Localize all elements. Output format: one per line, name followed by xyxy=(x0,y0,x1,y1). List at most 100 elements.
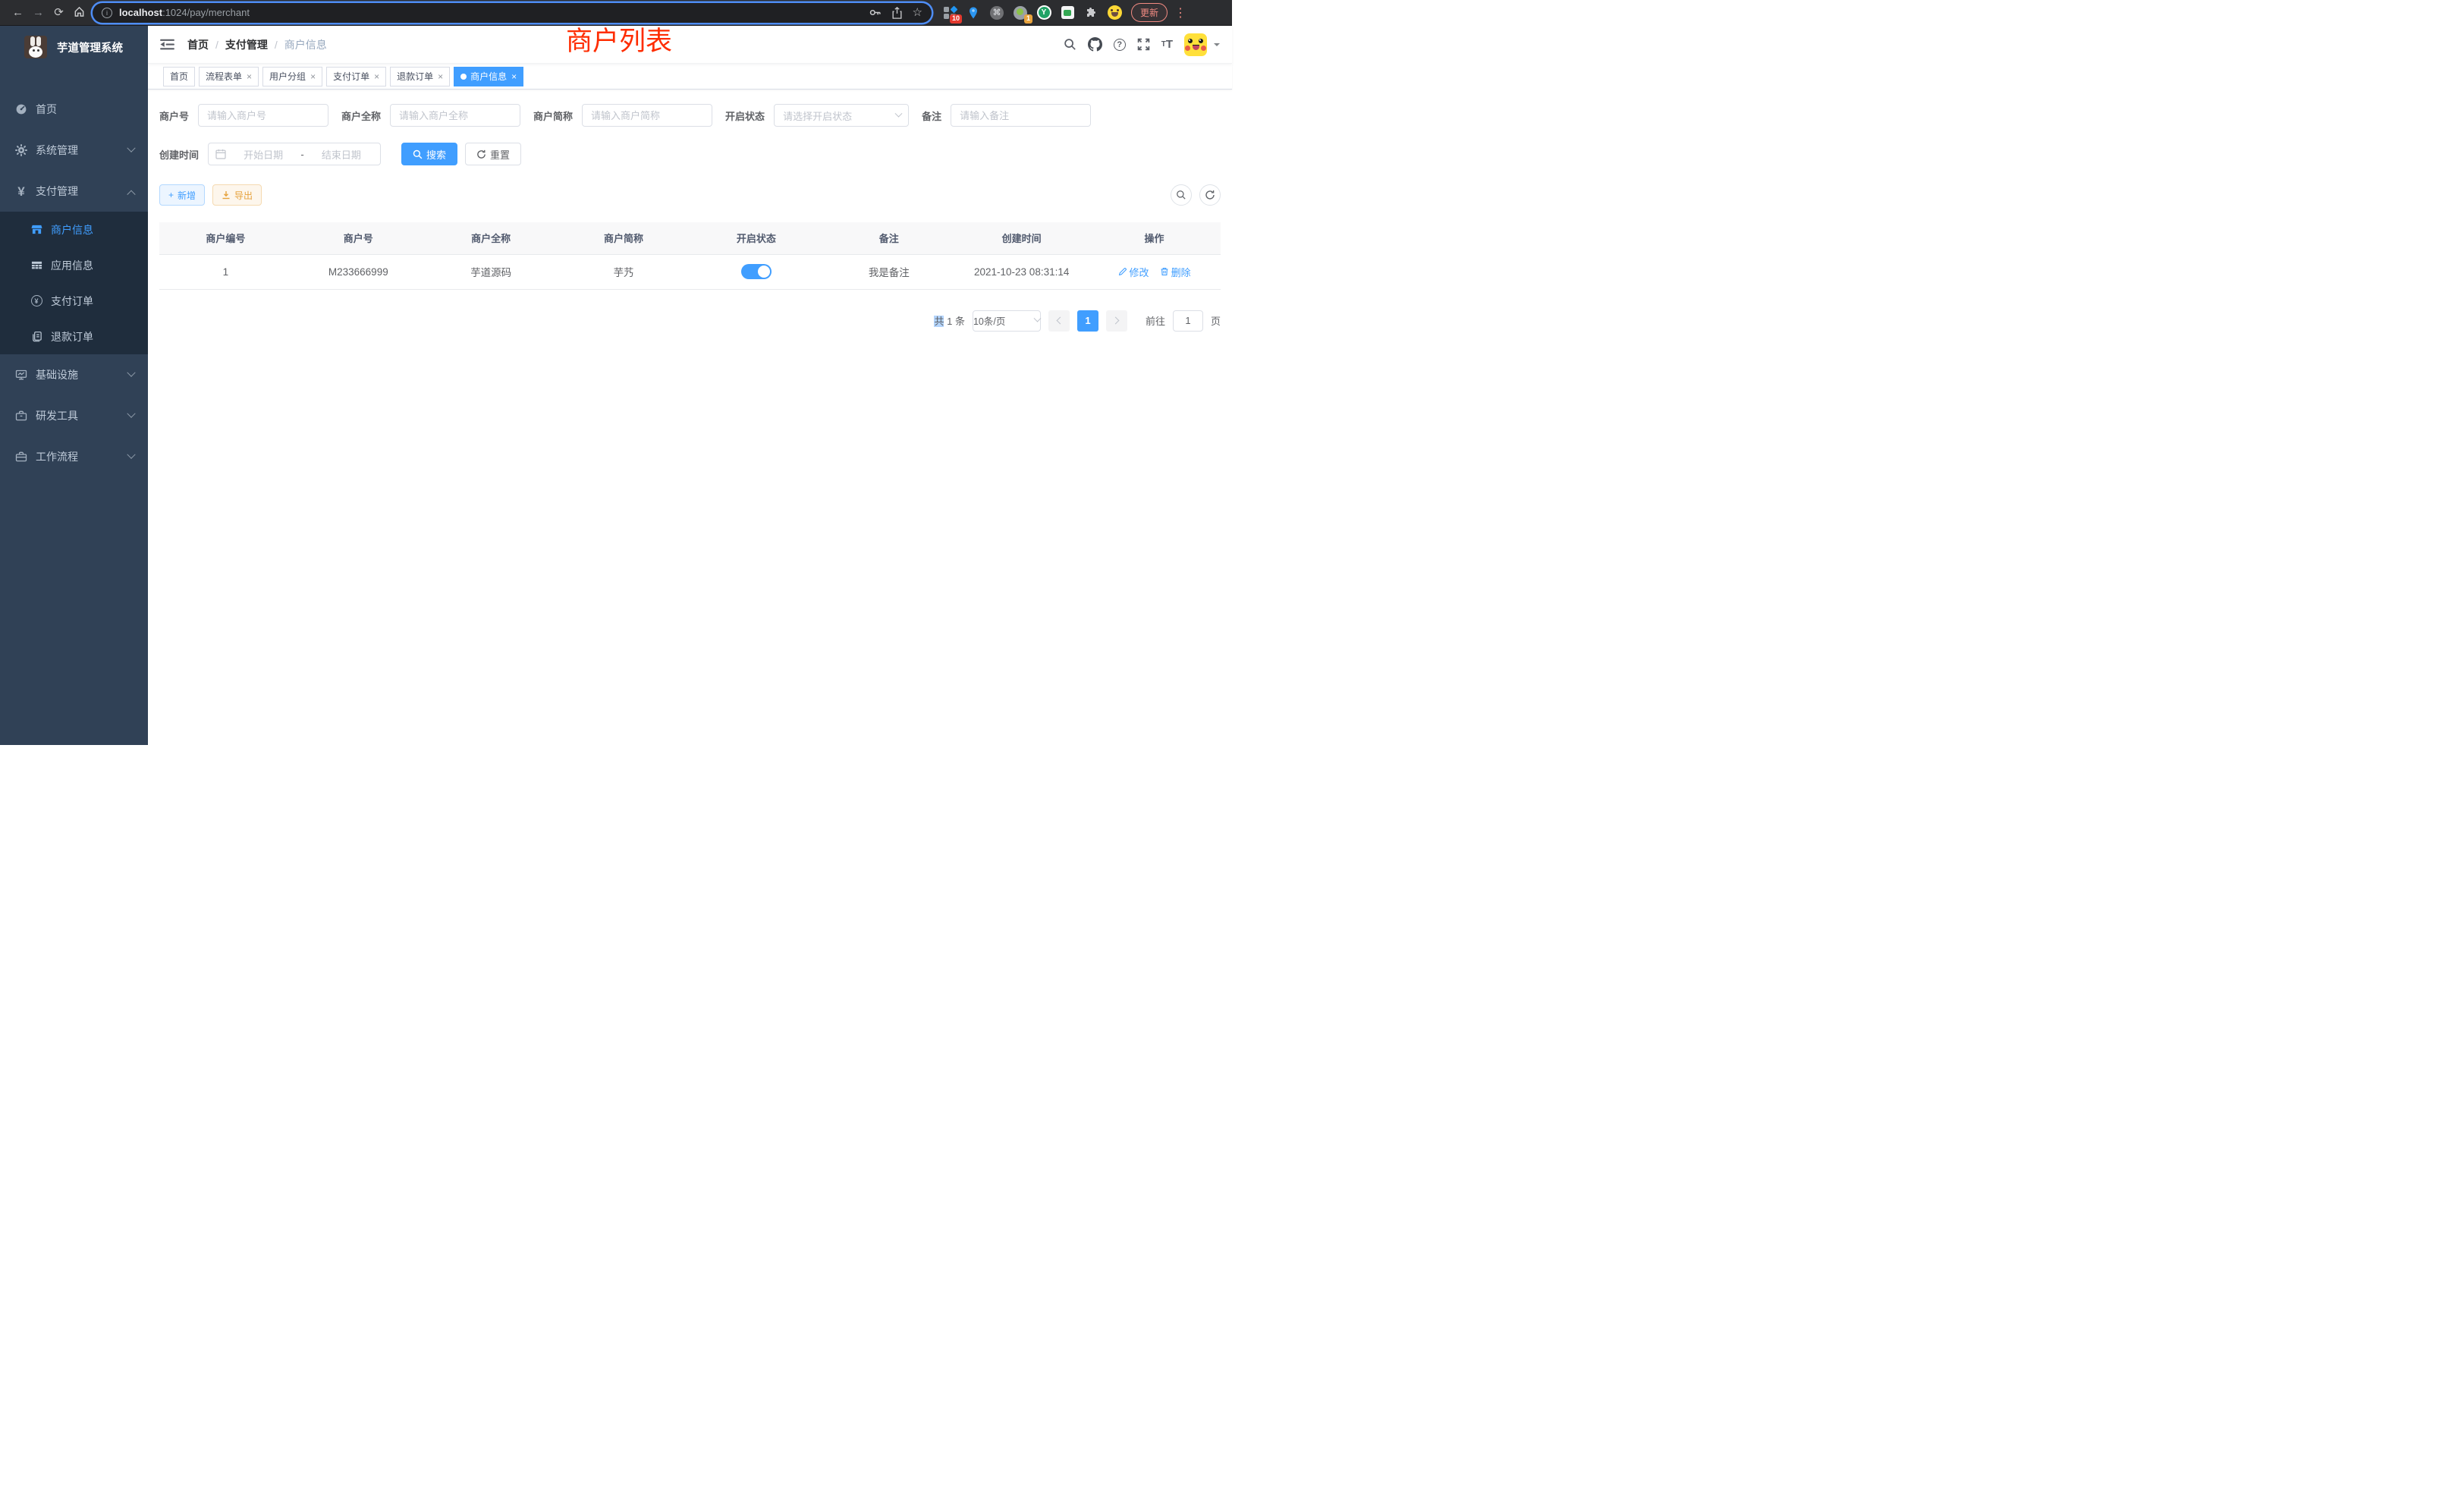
sidebar-item-home[interactable]: 首页 xyxy=(0,89,148,130)
tab-process-form[interactable]: 流程表单× xyxy=(199,67,259,86)
refresh-icon xyxy=(476,149,486,159)
short-name-input[interactable] xyxy=(582,104,712,127)
refresh-icon xyxy=(1205,190,1215,200)
close-icon[interactable]: × xyxy=(438,71,443,82)
header-search-icon[interactable] xyxy=(1064,38,1076,51)
grid-icon xyxy=(28,259,45,271)
app-logo-row[interactable]: 芋道管理系统 xyxy=(0,26,148,68)
pencil-icon xyxy=(1118,267,1127,276)
reload-icon[interactable]: ⟳ xyxy=(49,3,69,23)
close-icon[interactable]: × xyxy=(374,71,379,82)
fullscreen-icon[interactable] xyxy=(1137,38,1150,51)
refresh-table-button[interactable] xyxy=(1199,184,1221,206)
bookmark-star-icon[interactable]: ☆ xyxy=(913,7,922,18)
tags-view-bar: 首页 流程表单× 用户分组× 支付订单× 退款订单× 商户信息× xyxy=(148,64,1232,90)
close-icon[interactable]: × xyxy=(310,71,316,82)
navbar-tools: ? TT xyxy=(1064,33,1220,56)
extension-y-icon[interactable]: Y xyxy=(1036,5,1051,20)
chevron-right-icon xyxy=(1112,317,1120,325)
chevron-up-icon xyxy=(127,190,135,199)
cell-status xyxy=(690,254,823,289)
prev-page-button[interactable] xyxy=(1048,310,1070,332)
pagination: 共 1 条 10条/页 1 前往 页 xyxy=(159,310,1221,332)
address-bar[interactable]: i localhost:1024/pay/merchant ☆ xyxy=(93,3,932,23)
merchant-no-input[interactable] xyxy=(198,104,328,127)
toggle-search-button[interactable] xyxy=(1171,184,1192,206)
add-button[interactable]: + 新增 xyxy=(159,184,205,206)
filter-created-time: 创建时间 开始日期 - 结束日期 xyxy=(159,143,381,165)
chevron-down-icon xyxy=(127,410,135,418)
filter-status: 开启状态 请选择开启状态 xyxy=(725,104,909,127)
export-button[interactable]: 导出 xyxy=(212,184,262,206)
url-text: localhost:1024/pay/merchant xyxy=(119,7,250,18)
extensions-puzzle-icon[interactable] xyxy=(1083,5,1098,20)
sidebar-item-system[interactable]: 系统管理 xyxy=(0,130,148,171)
sidebar-toggle-icon[interactable] xyxy=(160,39,174,50)
delete-link[interactable]: 删除 xyxy=(1160,265,1191,279)
sidebar-item-workflow[interactable]: 工作流程 xyxy=(0,436,148,477)
filter-row-1: 商户号 商户全称 商户简称 开启状态 请选择开启状态 xyxy=(159,104,1221,127)
close-icon[interactable]: × xyxy=(511,71,517,82)
extension-proxy-icon[interactable]: 1 xyxy=(1013,5,1028,20)
close-icon[interactable]: × xyxy=(247,71,252,82)
next-page-button[interactable] xyxy=(1106,310,1127,332)
forward-icon[interactable]: → xyxy=(28,3,49,23)
annotation-title: 商户列表 xyxy=(566,28,672,55)
tab-home[interactable]: 首页 xyxy=(163,67,195,86)
status-select[interactable]: 请选择开启状态 xyxy=(774,104,909,127)
help-icon[interactable]: ? xyxy=(1114,39,1126,51)
monitor-icon xyxy=(12,369,30,381)
app-title: 芋道管理系统 xyxy=(57,39,123,55)
page-unit-label: 页 xyxy=(1211,313,1221,328)
filter-merchant-no: 商户号 xyxy=(159,104,328,127)
sidebar-item-refund-order[interactable]: 退款订单 xyxy=(0,319,148,354)
cell-full-name: 芋道源码 xyxy=(425,254,558,289)
calendar-icon xyxy=(215,149,226,159)
filter-full-name: 商户全称 xyxy=(341,104,520,127)
avatar-caret-icon[interactable] xyxy=(1214,43,1220,49)
remark-input[interactable] xyxy=(951,104,1091,127)
chevron-left-icon xyxy=(1057,317,1064,325)
share-icon[interactable] xyxy=(891,7,903,19)
browser-menu-icon[interactable]: ⋮ xyxy=(1174,5,1186,20)
back-icon[interactable]: ← xyxy=(8,3,28,23)
filter-row-2: 创建时间 开始日期 - 结束日期 搜索 重置 xyxy=(159,143,1221,165)
user-avatar[interactable] xyxy=(1184,33,1207,56)
tab-pay-order[interactable]: 支付订单× xyxy=(326,67,386,86)
profile-avatar-icon[interactable] xyxy=(1107,5,1122,20)
sidebar-item-dev-tools[interactable]: 研发工具 xyxy=(0,395,148,436)
sidebar-item-app-info[interactable]: 应用信息 xyxy=(0,247,148,283)
chevron-down-icon xyxy=(895,109,903,117)
extension-command-icon[interactable]: ⌘ xyxy=(989,5,1004,20)
date-range-picker[interactable]: 开始日期 - 结束日期 xyxy=(208,143,381,165)
tab-user-group[interactable]: 用户分组× xyxy=(262,67,322,86)
page-size-select[interactable]: 10条/页 xyxy=(973,310,1041,332)
page-1-button[interactable]: 1 xyxy=(1077,310,1098,332)
site-info-icon[interactable]: i xyxy=(102,8,112,18)
chevron-down-icon xyxy=(127,144,135,152)
cell-short-name: 芋艿 xyxy=(558,254,690,289)
reset-button[interactable]: 重置 xyxy=(465,143,521,165)
download-icon xyxy=(222,190,231,200)
breadcrumb-home[interactable]: 首页 xyxy=(187,37,209,52)
extension-pin-icon[interactable] xyxy=(966,5,981,20)
sidebar-item-pay-order[interactable]: ¥ 支付订单 xyxy=(0,283,148,319)
browser-update-button[interactable]: 更新 xyxy=(1131,3,1168,22)
goto-page-input[interactable] xyxy=(1173,310,1203,332)
full-name-input[interactable] xyxy=(390,104,520,127)
search-button[interactable]: 搜索 xyxy=(401,143,457,165)
github-icon[interactable] xyxy=(1088,37,1102,52)
home-icon[interactable] xyxy=(69,3,90,23)
tab-refund-order[interactable]: 退款订单× xyxy=(390,67,450,86)
sidebar-item-infra[interactable]: 基础设施 xyxy=(0,354,148,395)
tab-merchant-info[interactable]: 商户信息× xyxy=(454,67,523,86)
status-toggle[interactable] xyxy=(741,264,772,279)
password-key-icon[interactable] xyxy=(869,6,882,19)
edit-link[interactable]: 修改 xyxy=(1118,265,1149,279)
font-size-icon[interactable]: TT xyxy=(1161,38,1173,51)
breadcrumb-payment[interactable]: 支付管理 xyxy=(225,37,268,52)
sidebar-item-payment[interactable]: ¥ 支付管理 xyxy=(0,171,148,212)
extension-chat-icon[interactable] xyxy=(1060,5,1075,20)
extension-grid-icon[interactable]: 10 xyxy=(942,5,957,20)
sidebar-item-merchant-info[interactable]: 商户信息 xyxy=(0,212,148,247)
